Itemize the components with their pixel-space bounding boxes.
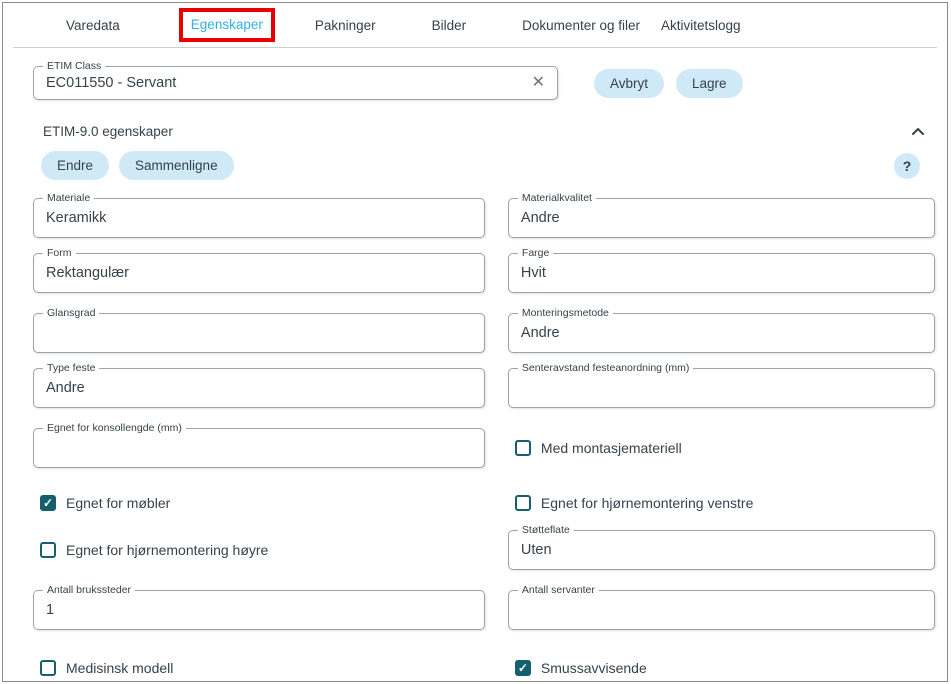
checkbox-med-montasjemateriell[interactable]: ✓ Med montasjemateriell — [508, 440, 682, 456]
checkbox-hjornemontering-venstre[interactable]: ✓ Egnet for hjørnemontering venstre — [508, 495, 753, 511]
sammenligne-button[interactable]: Sammenligne — [119, 151, 234, 180]
checkbox-label: Med montasjemateriell — [541, 440, 682, 456]
senteravstand-input[interactable] — [509, 369, 934, 407]
field-form: Form — [33, 253, 485, 293]
field-label: Form — [43, 247, 76, 259]
farge-input[interactable] — [509, 254, 934, 292]
field-type-feste: Type feste — [33, 368, 485, 408]
etim-section-header: ETIM-9.0 egenskaper — [33, 124, 935, 139]
field-label: Antall servanter — [518, 584, 599, 596]
tab-bilder[interactable]: Bilder — [432, 18, 467, 33]
field-label: Type feste — [43, 362, 99, 374]
checkbox-icon: ✓ — [515, 495, 531, 511]
type-feste-input[interactable] — [34, 369, 484, 407]
field-label: Materialkvalitet — [518, 192, 596, 204]
checkbox-label: Egnet for hjørnemontering høyre — [66, 542, 268, 558]
field-label: Egnet for konsollengde (mm) — [43, 422, 186, 434]
field-label: Glansgrad — [43, 307, 99, 319]
avbryt-button[interactable]: Avbryt — [594, 69, 664, 98]
tab-pakninger[interactable]: Pakninger — [315, 18, 376, 33]
field-antall-brukssteder: Antall brukssteder — [33, 590, 485, 630]
field-label: Farge — [518, 247, 553, 259]
field-label: Antall brukssteder — [43, 584, 135, 596]
field-label: Støtteflate — [518, 524, 574, 536]
field-monteringsmetode: Monteringsmetode — [508, 313, 935, 353]
etim-class-row: ETIM Class ✕ Avbryt Lagre — [33, 66, 935, 100]
field-farge: Farge — [508, 253, 935, 293]
main-content: ETIM Class ✕ Avbryt Lagre ETIM-9.0 egens… — [3, 48, 947, 682]
etim-class-field: ETIM Class ✕ — [33, 66, 558, 100]
materialkvalitet-input[interactable] — [509, 199, 934, 237]
chevron-up-icon[interactable] — [911, 127, 925, 136]
checkbox-icon: ✓ — [40, 495, 56, 511]
checkbox-label: Smussavvisende — [541, 660, 647, 676]
tools-row: Endre Sammenligne ? — [33, 151, 935, 180]
checkbox-hjornemontering-hoyre[interactable]: ✓ Egnet for hjørnemontering høyre — [33, 542, 268, 558]
field-senteravstand: Senteravstand festeanordning (mm) — [508, 368, 935, 408]
materiale-input[interactable] — [34, 199, 484, 237]
tab-aktivitetslogg[interactable]: Aktivitetslogg — [661, 18, 741, 33]
tab-varedata[interactable]: Varedata — [66, 18, 120, 33]
checkbox-label: Medisinsk modell — [66, 660, 173, 676]
action-buttons: Avbryt Lagre — [594, 69, 743, 98]
monteringsmetode-input[interactable] — [509, 314, 934, 352]
field-materialkvalitet: Materialkvalitet — [508, 198, 935, 238]
glansgrad-input[interactable] — [34, 314, 484, 352]
field-antall-servanter: Antall servanter — [508, 590, 935, 630]
field-glansgrad: Glansgrad — [33, 313, 485, 353]
form-input[interactable] — [34, 254, 484, 292]
etim-class-input[interactable] — [34, 67, 528, 99]
tab-egenskaper[interactable]: Egenskaper — [191, 17, 263, 32]
checkbox-icon: ✓ — [515, 660, 531, 676]
checkbox-smussavvisende[interactable]: ✓ Smussavvisende — [508, 660, 647, 676]
checkbox-medisinsk-modell[interactable]: ✓ Medisinsk modell — [33, 660, 173, 676]
clear-icon[interactable]: ✕ — [528, 75, 557, 91]
app-window: Varedata Egenskaper Pakninger Bilder Dok… — [2, 2, 948, 682]
checkbox-egnet-for-mobler[interactable]: ✓ Egnet for møbler — [33, 495, 170, 511]
field-label: Senteravstand festeanordning (mm) — [518, 362, 694, 374]
section-title: ETIM-9.0 egenskaper — [43, 124, 173, 139]
tab-dokumenter-og-filer[interactable]: Dokumenter og filer — [522, 18, 640, 33]
antall-brukssteder-input[interactable] — [34, 591, 484, 629]
field-konsollengde: Egnet for konsollengde (mm) — [33, 428, 485, 468]
antall-servanter-input[interactable] — [509, 591, 934, 629]
checkbox-icon: ✓ — [40, 660, 56, 676]
field-label: Monteringsmetode — [518, 307, 613, 319]
checkbox-icon: ✓ — [40, 542, 56, 558]
help-button[interactable]: ? — [894, 153, 920, 179]
checkbox-label: Egnet for hjørnemontering venstre — [541, 495, 753, 511]
field-stotteflate: Støtteflate — [508, 530, 935, 570]
annotation-highlight-box: Egenskaper — [179, 8, 275, 42]
tab-bar: Varedata Egenskaper Pakninger Bilder Dok… — [3, 3, 947, 47]
checkbox-label: Egnet for møbler — [66, 495, 170, 511]
field-label: Materiale — [43, 192, 94, 204]
endre-button[interactable]: Endre — [41, 151, 109, 180]
stotteflate-input[interactable] — [509, 531, 934, 569]
etim-class-label: ETIM Class — [43, 60, 105, 72]
lagre-button[interactable]: Lagre — [676, 69, 743, 98]
checkbox-icon: ✓ — [515, 440, 531, 456]
field-materiale: Materiale — [33, 198, 485, 238]
konsollengde-input[interactable] — [34, 429, 484, 467]
etim-properties-form: Materiale Materialkvalitet Form Farge — [33, 198, 935, 682]
